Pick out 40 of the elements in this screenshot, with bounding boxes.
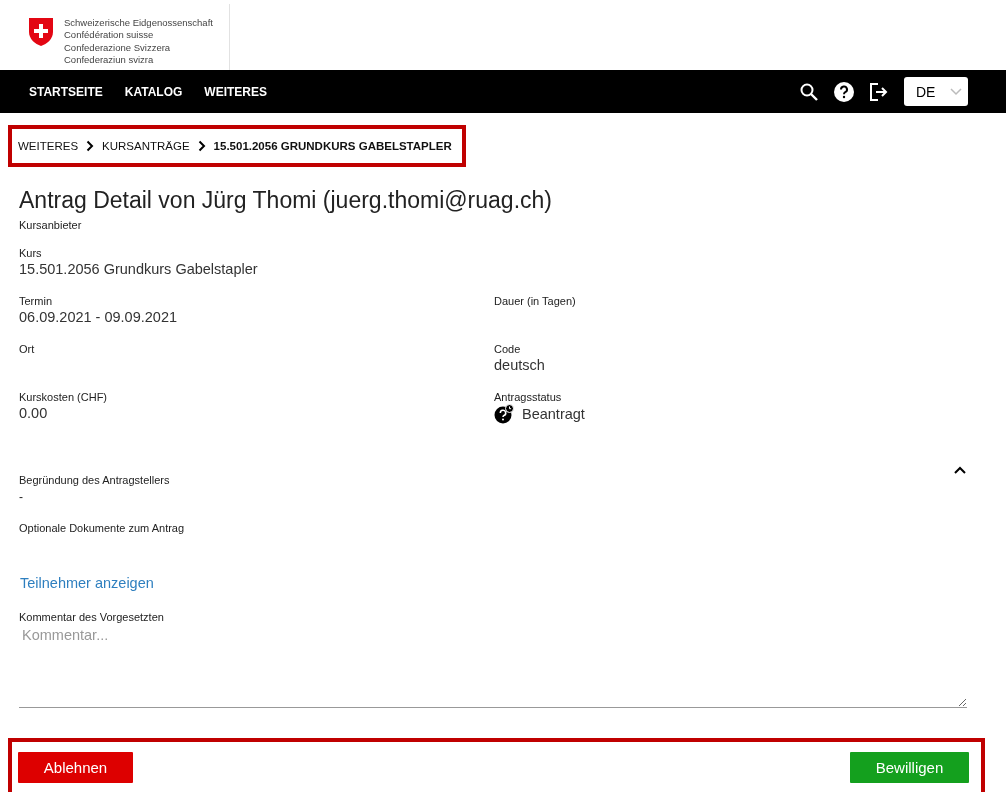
field-value: deutsch bbox=[494, 357, 546, 373]
swiss-shield-icon bbox=[28, 17, 54, 47]
nav-link[interactable]: KATALOG bbox=[124, 84, 183, 99]
chevron-right-icon bbox=[197, 140, 206, 152]
nav-link[interactable]: STARTSEITE bbox=[29, 84, 103, 99]
logo-text: Confédération suisse bbox=[64, 29, 155, 42]
field-label: Kommentar des Vorgesetzten bbox=[19, 611, 165, 623]
show-participants-link[interactable]: Teilnehmer anzeigen bbox=[20, 575, 154, 591]
field-label: Kurskosten (CHF) bbox=[19, 391, 109, 403]
field-value: 06.09.2021 - 09.09.2021 bbox=[19, 309, 179, 325]
field-value: 0.00 bbox=[19, 405, 49, 421]
logout-icon[interactable] bbox=[870, 82, 888, 101]
field-label: Termin bbox=[19, 295, 53, 307]
field-label: Kurs bbox=[19, 247, 43, 259]
chevron-down-icon bbox=[950, 87, 962, 96]
logo-text: Confederazione Svizzera bbox=[64, 41, 172, 55]
logo-text: Schweizerische Eidgenossenschaft bbox=[64, 17, 213, 30]
language-select[interactable]: DE bbox=[904, 77, 968, 106]
field-label: Dauer (in Tagen) bbox=[494, 295, 577, 307]
field-label: Begründung des Antragstellers bbox=[19, 474, 170, 486]
search-icon[interactable] bbox=[800, 82, 818, 101]
field-label: Optionale Dokumente zum Antrag bbox=[19, 522, 186, 534]
chevron-up-icon[interactable] bbox=[954, 466, 966, 474]
breadcrumb-link[interactable]: KURSANTRÄGE bbox=[102, 140, 190, 152]
field-label: Ort bbox=[19, 343, 36, 355]
logo-text: Confederaziun svizra bbox=[64, 54, 155, 67]
reject-button[interactable]: Ablehnen bbox=[18, 751, 133, 783]
field-value: - bbox=[19, 490, 24, 504]
field-label: Code bbox=[494, 343, 522, 355]
breadcrumb-link[interactable]: 15.501.2056 GRUNDKURS GABELSTAPLER bbox=[213, 140, 452, 152]
field-value: 15.501.2056 Grundkurs Gabelstapler bbox=[19, 261, 259, 277]
page-title: Antrag Detail von Jürg Thomi (juerg.thomi@ruag.ch) bbox=[19, 187, 553, 214]
nav-link[interactable]: WEITERES bbox=[204, 84, 267, 99]
chevron-right-icon bbox=[86, 140, 95, 152]
field-label: Antragsstatus bbox=[494, 391, 563, 403]
help-icon[interactable] bbox=[834, 81, 854, 102]
field-label: Kursanbieter bbox=[19, 219, 83, 231]
breadcrumb-link[interactable]: WEITERES bbox=[18, 140, 79, 152]
status-value: Beantragt bbox=[522, 406, 585, 422]
pending-question-icon bbox=[494, 404, 514, 424]
